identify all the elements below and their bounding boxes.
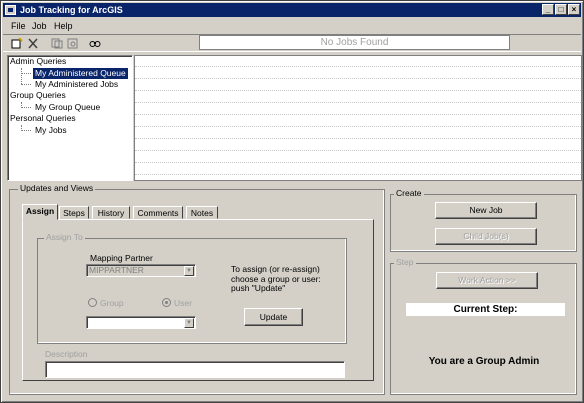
- chevron-down-icon[interactable]: ▼: [184, 318, 194, 328]
- group-radio[interactable]: [88, 298, 97, 307]
- new-job-button[interactable]: New Job: [435, 202, 537, 219]
- menu-bar: File Job Help: [3, 19, 581, 33]
- menu-help[interactable]: Help: [54, 21, 73, 31]
- delete-icon[interactable]: [25, 37, 41, 50]
- step-legend: Step: [394, 257, 416, 267]
- window-title: Job Tracking for ArcGIS: [20, 5, 123, 15]
- tab-assign[interactable]: Assign: [22, 204, 58, 220]
- updates-views-legend: Updates and Views: [18, 183, 96, 193]
- job-status-field: No Jobs Found: [199, 35, 510, 50]
- title-bar[interactable]: Job Tracking for ArcGIS _ □ ×: [3, 3, 581, 17]
- group-admin-text: You are a Group Admin: [428, 356, 540, 367]
- tree-my-group-queue[interactable]: My Group Queue: [35, 102, 100, 113]
- mapping-partner-label: Mapping Partner: [90, 253, 153, 263]
- description-input[interactable]: [45, 361, 345, 378]
- query-icon[interactable]: [65, 37, 81, 50]
- tree-admin-queries[interactable]: Admin Queries: [10, 56, 66, 67]
- query-tree[interactable]: Admin Queries My Administered Queue My A…: [7, 55, 133, 181]
- current-step-field: Current Step:: [406, 303, 565, 316]
- copy-icon[interactable]: [49, 37, 65, 50]
- new-job-icon[interactable]: [9, 37, 25, 50]
- tab-history[interactable]: History: [92, 206, 130, 219]
- group-radio-label: Group: [100, 298, 124, 308]
- main-window: Job Tracking for ArcGIS _ □ × File Job H…: [0, 0, 584, 403]
- menu-file[interactable]: File: [11, 21, 26, 31]
- update-button[interactable]: Update: [244, 308, 303, 326]
- tab-notes[interactable]: Notes: [186, 206, 218, 219]
- tab-steps[interactable]: Steps: [59, 206, 89, 219]
- user-radio-label: User: [174, 298, 192, 308]
- find-icon[interactable]: [87, 37, 103, 50]
- instructions-line1: To assign (or re-assign): [231, 264, 320, 274]
- tree-my-administered-jobs[interactable]: My Administered Jobs: [35, 79, 118, 90]
- child-jobs-button[interactable]: Child Job(s): [435, 228, 537, 245]
- job-list[interactable]: [134, 55, 582, 181]
- tree-my-jobs[interactable]: My Jobs: [35, 125, 67, 136]
- chevron-down-icon[interactable]: ▼: [184, 266, 194, 276]
- work-action-button[interactable]: Work Action >>: [436, 272, 538, 289]
- app-icon: [5, 5, 16, 15]
- assignee-select[interactable]: ▼: [86, 316, 196, 329]
- menu-job[interactable]: Job: [32, 21, 47, 31]
- minimize-button[interactable]: _: [542, 4, 554, 15]
- mapping-partner-value: MIPPARTNER: [89, 265, 144, 275]
- description-label: Description: [45, 349, 88, 359]
- tree-group-queries[interactable]: Group Queries: [10, 90, 66, 101]
- assign-tab-panel: Assign To Mapping Partner MIPPARTNER ▼ T…: [22, 219, 374, 381]
- tab-comments[interactable]: Comments: [133, 206, 183, 219]
- tree-my-administered-queue[interactable]: My Administered Queue: [33, 68, 128, 79]
- tree-personal-queries[interactable]: Personal Queries: [10, 113, 76, 124]
- create-legend: Create: [394, 188, 424, 198]
- mapping-partner-select[interactable]: MIPPARTNER ▼: [86, 264, 196, 277]
- instructions-line3: push "Update": [231, 283, 286, 293]
- close-button[interactable]: ×: [568, 4, 580, 15]
- maximize-button[interactable]: □: [555, 4, 567, 15]
- assign-to-legend: Assign To: [44, 232, 85, 242]
- user-radio[interactable]: [162, 298, 171, 307]
